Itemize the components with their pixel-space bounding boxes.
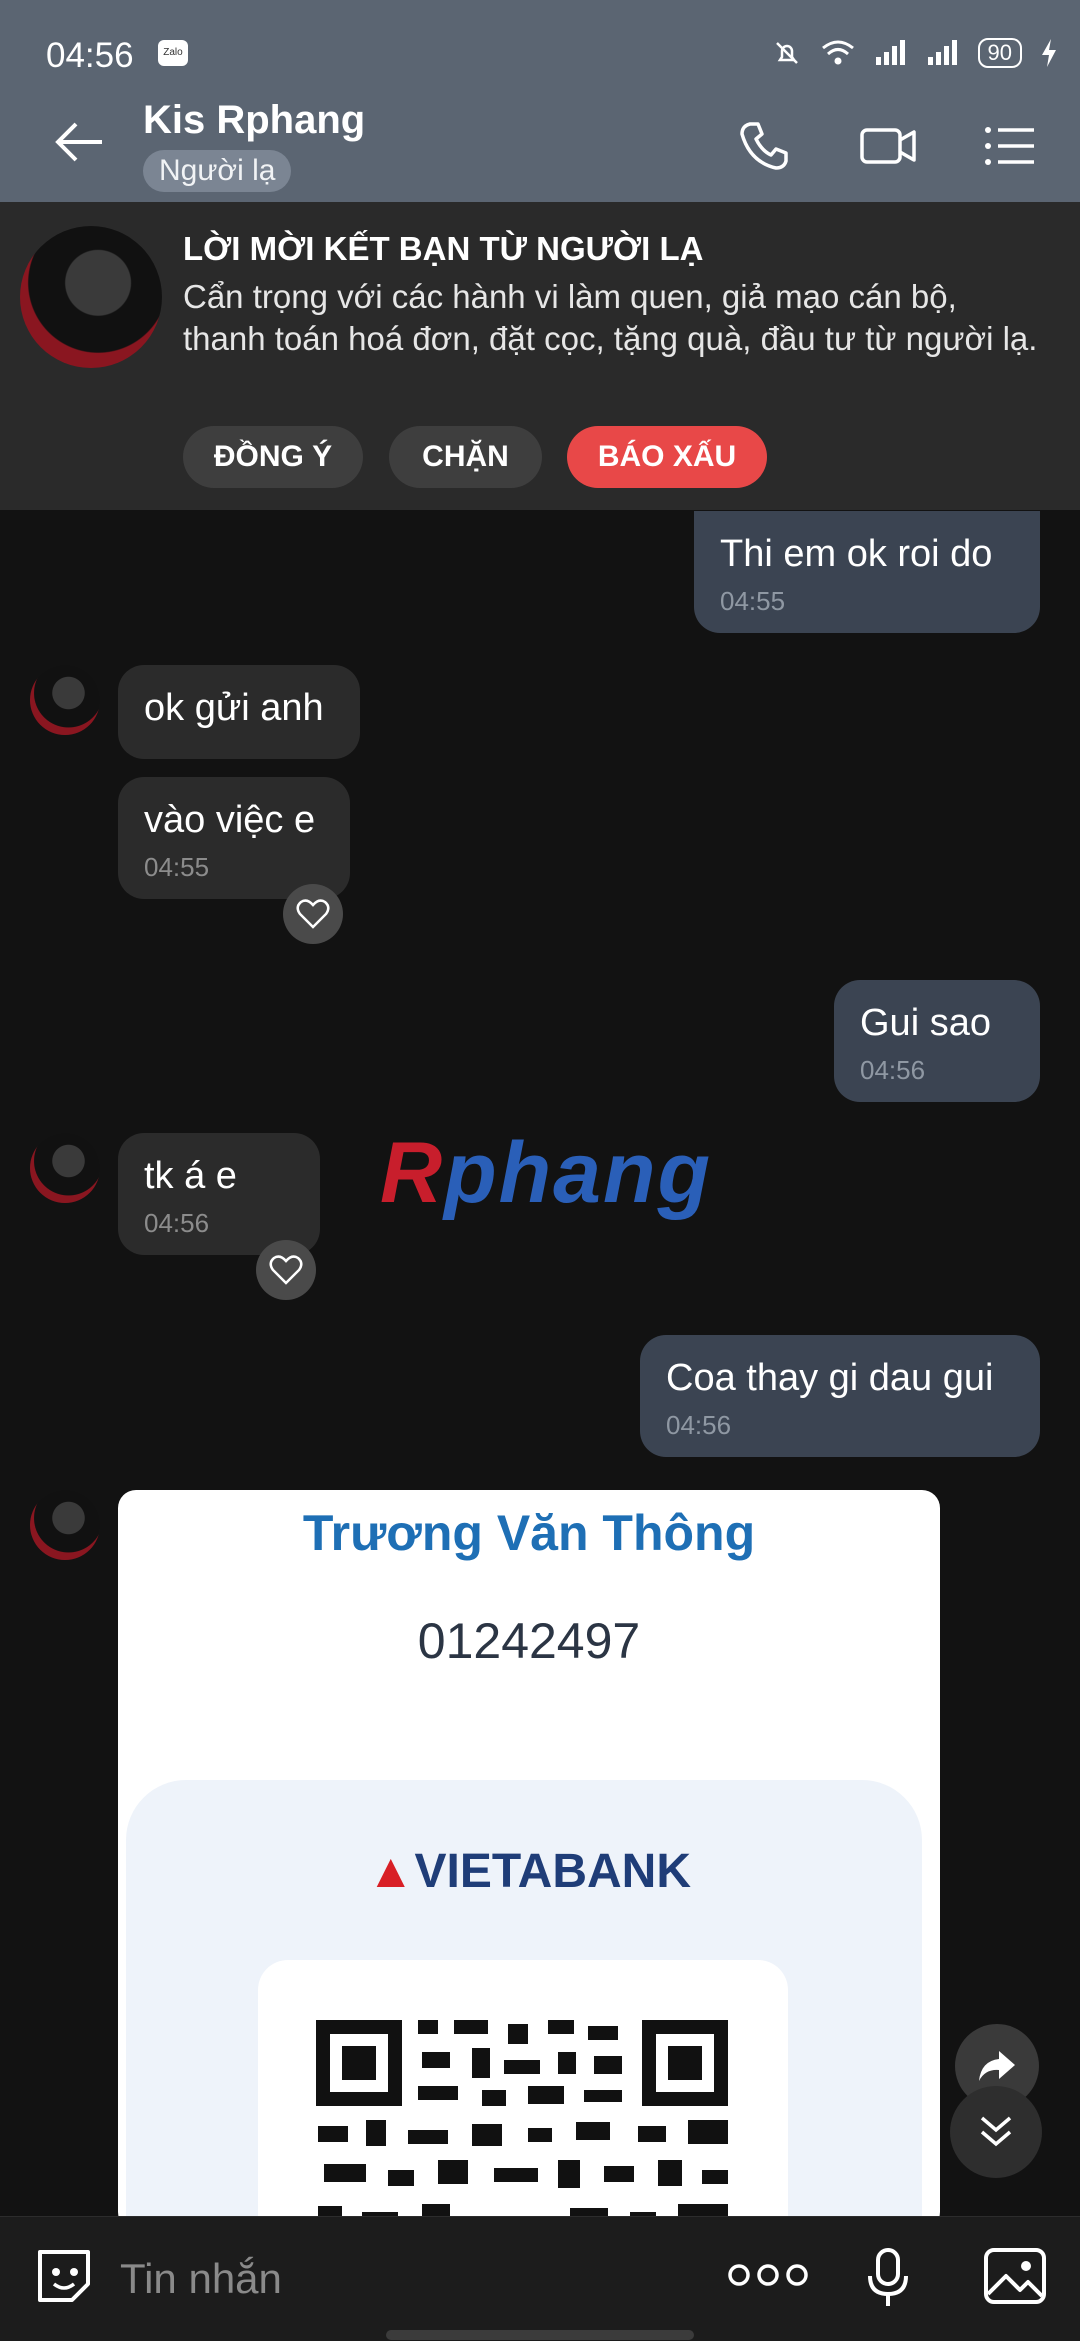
bank-logo: ▲VIETABANK: [367, 1845, 691, 1898]
message-text: Coa thay gi dau gui: [666, 1357, 994, 1399]
avatar[interactable]: [20, 226, 162, 368]
mute-bell-icon: [775, 42, 798, 64]
message-text: ok gửi anh: [144, 687, 324, 729]
message-time: 04:56: [144, 1208, 210, 1238]
heart-icon[interactable]: [283, 884, 343, 944]
message-text: Thi em ok roi do: [720, 533, 993, 575]
message-time: 04:55: [144, 852, 210, 882]
phone-icon[interactable]: [736, 118, 792, 174]
back-arrow-icon[interactable]: [50, 112, 110, 172]
wifi-icon: [821, 40, 854, 65]
report-button[interactable]: BÁO XẤU: [567, 426, 767, 488]
message-bubble-outgoing[interactable]: Gui sao 04:56: [834, 980, 1040, 1102]
contact-name[interactable]: Kis Rphang: [143, 98, 365, 143]
signal-icon: [875, 40, 905, 65]
message-bubble-incoming[interactable]: tk á e 04:56: [118, 1133, 320, 1255]
list-menu-icon[interactable]: [982, 118, 1038, 174]
home-indicator: [386, 2330, 694, 2340]
message-time: 04:55: [720, 586, 786, 616]
message-bubble-outgoing[interactable]: Thi em ok roi do 04:55: [694, 511, 1040, 633]
banner-warning-text: Cẩn trọng với các hành vi làm quen, giả …: [183, 278, 1038, 357]
message-input[interactable]: [118, 2248, 682, 2310]
stranger-badge: Người lạ: [143, 150, 292, 192]
zalo-notification-icon: Zalo: [158, 40, 188, 66]
accept-button[interactable]: ĐỒNG Ý: [183, 426, 363, 488]
video-call-icon[interactable]: [858, 118, 918, 174]
image-message[interactable]: Trương Văn Thông 01242497 ▲VIETABANK: [118, 1490, 940, 2230]
status-icons: 90: [772, 38, 1058, 68]
account-number: 01242497: [417, 1613, 641, 1669]
block-button[interactable]: CHẶN: [389, 426, 542, 488]
message-text: vào việc e: [144, 799, 316, 841]
battery-indicator: 90: [977, 38, 1022, 68]
qr-code: [258, 1960, 788, 2230]
charging-icon: [1042, 39, 1056, 67]
sticker-icon[interactable]: [32, 2244, 96, 2308]
signal-icon-2: [927, 40, 957, 65]
image-icon[interactable]: [982, 2244, 1048, 2308]
message-text: tk á e: [144, 1155, 237, 1197]
microphone-icon[interactable]: [866, 2246, 910, 2310]
more-dots-icon[interactable]: [726, 2262, 810, 2288]
avatar[interactable]: [30, 1133, 100, 1203]
status-time: 04:56: [46, 36, 134, 75]
heart-icon[interactable]: [256, 1240, 316, 1300]
message-bubble-outgoing[interactable]: Coa thay gi dau gui 04:56: [640, 1335, 1040, 1457]
message-text: Gui sao: [860, 1002, 991, 1044]
message-time: 04:56: [666, 1410, 732, 1440]
message-bubble-incoming[interactable]: vào việc e 04:55: [118, 777, 350, 899]
avatar[interactable]: [30, 1490, 100, 1560]
scroll-down-icon[interactable]: [950, 2086, 1042, 2178]
message-time: 04:56: [860, 1055, 926, 1085]
banner-title: LỜI MỜI KẾT BẠN TỪ NGƯỜI LẠ: [183, 230, 704, 267]
message-bubble-incoming[interactable]: ok gửi anh: [118, 665, 360, 759]
avatar[interactable]: [30, 665, 100, 735]
account-name: Trương Văn Thông: [302, 1505, 756, 1561]
watermark-logo: Rphang: [380, 1125, 713, 1221]
